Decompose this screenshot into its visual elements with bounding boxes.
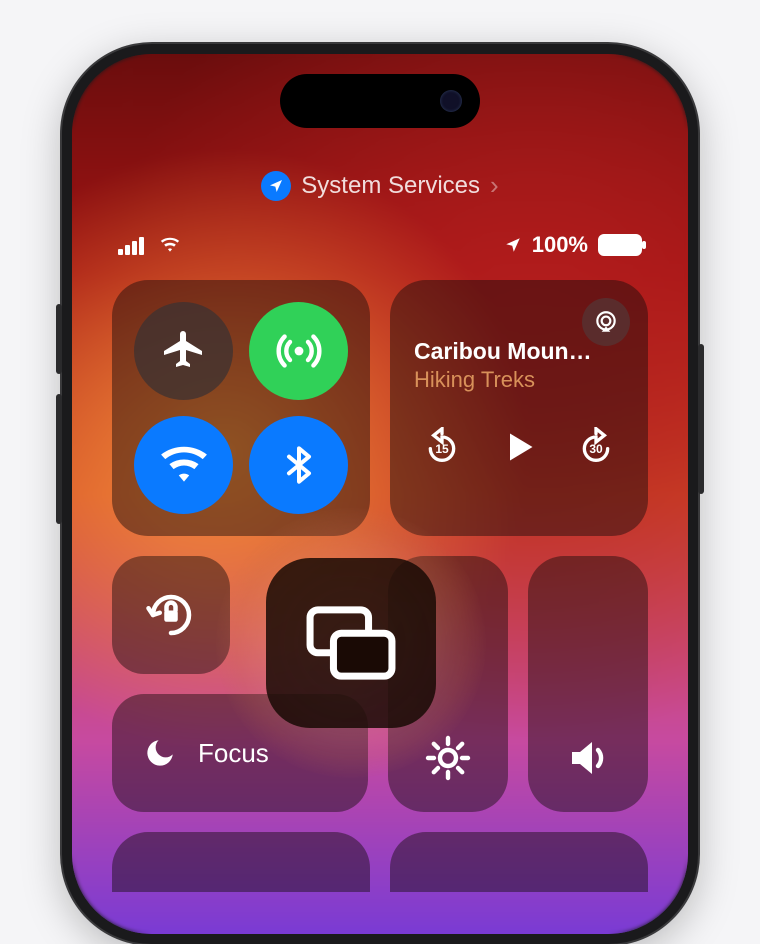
- battery-icon: [598, 234, 642, 256]
- wifi-toggle[interactable]: [134, 416, 233, 514]
- wifi-status-icon: [156, 235, 184, 255]
- moon-icon: [140, 733, 180, 773]
- play-icon: [501, 427, 537, 467]
- location-arrow-icon: [504, 236, 522, 254]
- airplane-icon: [160, 327, 208, 375]
- airplay-icon: [593, 309, 619, 335]
- screen: System Services › 100%: [72, 54, 688, 934]
- media-title: Caribou Moun…: [414, 338, 614, 365]
- bottom-tile-left[interactable]: [112, 832, 370, 892]
- media-tile[interactable]: Caribou Moun… Hiking Treks 15 30: [390, 280, 648, 536]
- status-bar: 100%: [72, 232, 688, 258]
- dynamic-island: [280, 74, 480, 128]
- play-button[interactable]: [501, 427, 537, 467]
- brightness-icon: [424, 734, 472, 782]
- screen-mirroring-button[interactable]: [266, 558, 436, 728]
- battery-percentage: 100%: [532, 232, 588, 258]
- orientation-lock-icon: [144, 588, 198, 642]
- breadcrumb[interactable]: System Services ›: [72, 170, 688, 201]
- phone-frame: System Services › 100%: [62, 44, 698, 944]
- skip-forward-label: 30: [589, 442, 602, 456]
- orientation-lock-button[interactable]: [112, 556, 230, 674]
- cellular-signal-icon: [118, 235, 146, 255]
- front-camera-icon: [440, 90, 462, 112]
- cellular-antenna-icon: [275, 327, 323, 375]
- skip-forward-button[interactable]: 30: [576, 427, 616, 467]
- wifi-icon: [159, 440, 209, 490]
- chevron-right-icon: ›: [490, 170, 499, 201]
- side-button: [698, 344, 704, 494]
- cellular-data-toggle[interactable]: [249, 302, 348, 400]
- screen-mirroring-icon: [304, 604, 398, 682]
- airplane-mode-toggle[interactable]: [134, 302, 233, 400]
- connectivity-tile[interactable]: [112, 280, 370, 536]
- volume-icon: [564, 734, 612, 782]
- airplay-button[interactable]: [582, 298, 630, 346]
- bottom-tile-right[interactable]: [390, 832, 648, 892]
- bluetooth-icon: [279, 441, 319, 489]
- bluetooth-toggle[interactable]: [249, 416, 348, 514]
- focus-label: Focus: [198, 738, 269, 769]
- breadcrumb-label: System Services: [301, 172, 480, 200]
- volume-slider[interactable]: [528, 556, 648, 812]
- media-subtitle: Hiking Treks: [414, 367, 624, 393]
- location-services-icon: [261, 171, 291, 201]
- skip-back-label: 15: [435, 442, 448, 456]
- skip-back-button[interactable]: 15: [422, 427, 462, 467]
